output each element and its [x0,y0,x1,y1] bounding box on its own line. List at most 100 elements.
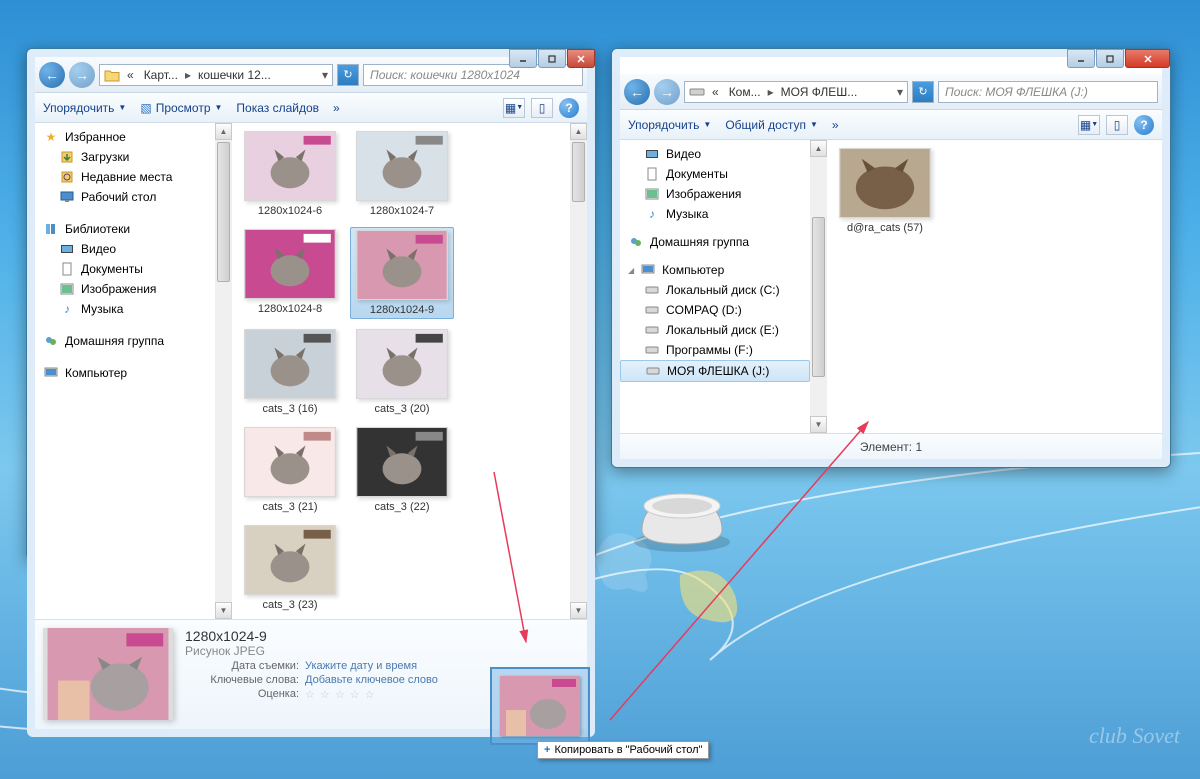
details-date[interactable]: Укажите дату и время [305,660,417,672]
sidebar-item-music[interactable]: ♪Музыка [620,204,810,224]
files-pane[interactable]: 1280x1024-6 1280x1024-7 1280x1024-8 1280… [232,123,570,619]
forward-button[interactable]: → [69,62,95,88]
refresh-button[interactable]: ↻ [912,81,934,103]
more-button[interactable]: » [333,101,340,115]
sidebar-item-documents[interactable]: Документы [35,259,215,279]
drive-icon [644,342,660,358]
share-button[interactable]: Общий доступ ▼ [725,118,818,132]
details-keywords[interactable]: Добавьте ключевое слово [305,674,438,686]
homegroup-icon [43,333,59,349]
video-icon [644,146,660,162]
forward-button[interactable]: → [654,79,680,105]
address-bar: ← → « Ком...▸ МОЯ ФЛЕШ... ▾ ↻ Поиск: МОЯ… [620,74,1162,110]
back-button[interactable]: ← [39,62,65,88]
file-thumbnail[interactable]: d@ra_cats (57) [833,146,937,236]
sidebar-item-music[interactable]: ♪Музыка [35,299,215,319]
help-button[interactable]: ? [1134,115,1154,135]
file-thumbnail[interactable]: cats_3 (20) [350,327,454,417]
drag-ghost [490,667,590,745]
preview-pane-button[interactable]: ▯ [531,98,553,118]
file-thumbnail[interactable]: cats_3 (22) [350,425,454,515]
drive-icon [644,302,660,318]
folder-icon [104,68,120,82]
file-thumbnail[interactable]: 1280x1024-7 [350,129,454,219]
titlebar[interactable] [27,49,595,57]
sidebar-libraries-head[interactable]: Библиотеки [35,219,215,239]
pictures-icon [59,281,75,297]
details-filetype: Рисунок JPEG [185,644,579,658]
navigation-pane: ★Избранное Загрузки Недавние места Рабоч… [35,123,215,619]
help-button[interactable]: ? [559,98,579,118]
watermark: club Sovet [1089,723,1180,749]
breadcrumb[interactable]: « Ком...▸ МОЯ ФЛЕШ... ▾ [684,81,908,103]
back-button[interactable]: ← [624,79,650,105]
sidebar-homegroup[interactable]: Домашняя группа [35,331,215,351]
files-scrollbar[interactable]: ▲ ▼ [570,123,587,619]
search-input[interactable]: Поиск: МОЯ ФЛЕШКА (J:) [938,81,1158,103]
sidebar-item-videos[interactable]: Видео [620,144,810,164]
sidebar-scrollbar[interactable]: ▲ ▼ [810,140,827,433]
drive-icon [689,86,705,98]
sidebar-item-drive-d[interactable]: COMPAQ (D:) [620,300,810,320]
organize-button[interactable]: Упорядочить ▼ [628,118,711,132]
sidebar-homegroup[interactable]: Домашняя группа [620,232,810,252]
computer-icon [43,365,59,381]
sidebar-item-documents[interactable]: Документы [620,164,810,184]
sidebar-item-videos[interactable]: Видео [35,239,215,259]
computer-icon [640,262,656,278]
more-button[interactable]: » [832,118,839,132]
view-mode-button[interactable]: ▦▼ [503,98,525,118]
details-filename: 1280x1024-9 [185,628,579,644]
file-thumbnail[interactable]: 1280x1024-6 [238,129,342,219]
sidebar-item-drive-c[interactable]: Локальный диск (C:) [620,280,810,300]
address-bar: ← → « Карт...▸ кошечки 12... ▾ ↻ Поиск: … [35,57,587,93]
recent-icon [59,169,75,185]
preview-button[interactable]: ▧ Просмотр ▼ [140,101,222,115]
file-thumbnail[interactable]: cats_3 (23) [238,523,342,613]
details-thumbnail [43,628,173,720]
video-icon [59,241,75,257]
sidebar-scrollbar[interactable]: ▲ ▼ [215,123,232,619]
desktop-icon [59,189,75,205]
navigation-pane: Видео Документы Изображения ♪Музыка Дома… [620,140,810,433]
music-icon: ♪ [59,301,75,317]
file-thumbnail[interactable]: 1280x1024-9 [350,227,454,319]
view-mode-button[interactable]: ▦▼ [1078,115,1100,135]
sidebar-item-pictures[interactable]: Изображения [35,279,215,299]
file-thumbnail[interactable]: cats_3 (21) [238,425,342,515]
sidebar-item-drive-e[interactable]: Локальный диск (E:) [620,320,810,340]
files-pane[interactable]: d@ra_cats (57) [827,140,1162,433]
organize-button[interactable]: Упорядочить ▼ [43,101,126,115]
file-thumbnail[interactable]: cats_3 (16) [238,327,342,417]
details-rating[interactable]: ☆ ☆ ☆ ☆ ☆ [305,688,376,701]
refresh-button[interactable]: ↻ [337,64,359,86]
sidebar-item-recent[interactable]: Недавние места [35,167,215,187]
sidebar-favorites-head[interactable]: ★Избранное [35,127,215,147]
toolbar: Упорядочить ▼ Общий доступ ▼ » ▦▼ ▯ ? [620,110,1162,140]
minimize-button[interactable] [509,49,537,68]
titlebar[interactable] [612,49,1170,74]
preview-pane-button[interactable]: ▯ [1106,115,1128,135]
file-thumbnail[interactable]: 1280x1024-8 [238,227,342,319]
sidebar-computer[interactable]: Компьютер [35,363,215,383]
maximize-button[interactable] [1096,49,1124,68]
star-icon: ★ [43,129,59,145]
breadcrumb[interactable]: « Карт...▸ кошечки 12... ▾ [99,64,333,86]
sidebar-item-drive-j[interactable]: МОЯ ФЛЕШКА (J:) [620,360,810,382]
desktop-drive-icon[interactable] [627,482,737,559]
pictures-icon [644,186,660,202]
close-button[interactable] [567,49,595,68]
slideshow-button[interactable]: Показ слайдов [236,101,319,115]
sidebar-item-drive-f[interactable]: Программы (F:) [620,340,810,360]
explorer-window-1: ← → « Карт...▸ кошечки 12... ▾ ↻ Поиск: … [26,48,596,560]
homegroup-icon [628,234,644,250]
close-button[interactable] [1125,49,1170,68]
explorer-window-2: ← → « Ком...▸ МОЯ ФЛЕШ... ▾ ↻ Поиск: МОЯ… [611,48,1171,468]
drag-tooltip: +Копировать в "Рабочий стол" [537,741,709,759]
sidebar-item-desktop[interactable]: Рабочий стол [35,187,215,207]
sidebar-item-pictures[interactable]: Изображения [620,184,810,204]
maximize-button[interactable] [538,49,566,68]
minimize-button[interactable] [1067,49,1095,68]
sidebar-computer[interactable]: ◢Компьютер [620,260,810,280]
sidebar-item-downloads[interactable]: Загрузки [35,147,215,167]
